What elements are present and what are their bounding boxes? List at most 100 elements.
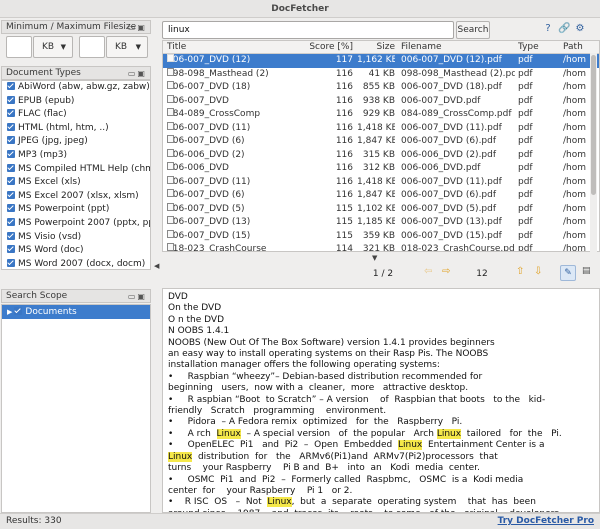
checkbox-icon[interactable] (7, 82, 15, 90)
link-icon[interactable]: 🔗 (558, 23, 570, 35)
doc-type-item[interactable]: MS Word 2007 (docx, docm) (2, 258, 150, 269)
min-filesize-input[interactable] (6, 36, 32, 58)
checkbox-icon[interactable] (7, 163, 15, 172)
cell-score: 117 (335, 55, 353, 65)
checkbox-icon[interactable] (7, 245, 15, 254)
cell-type: pdf (518, 176, 533, 187)
checkbox-icon[interactable] (7, 204, 15, 213)
cell-score: 116 (335, 176, 353, 187)
table-row[interactable]: 006-007_DVD (11) 116 1,418 KE 006-007_DVD (… (163, 175, 599, 190)
cell-title: 006-007_DVD (12) (167, 54, 307, 68)
doc-type-item[interactable]: MS Word (doc) (2, 244, 150, 258)
column-title[interactable]: Title (167, 41, 186, 53)
max-unit-select[interactable]: KB ▼ (106, 36, 148, 58)
column-score[interactable]: Score [%] (309, 41, 353, 53)
table-row[interactable]: 006-007_DVD 116 938 KB 006-007_DVD.pdf pdf/h… (163, 94, 599, 109)
table-row[interactable]: 006-007_DVD (6) 116 1,847 KE 006-007_DVD (6… (163, 189, 599, 203)
table-header: Title Score [%] Size Filename Type Path (163, 41, 599, 54)
checkbox-icon[interactable] (7, 95, 15, 104)
collapse-left-arrow-icon[interactable]: ◀ (154, 262, 159, 270)
expand-arrow-icon[interactable]: ▶ (7, 308, 12, 316)
min-unit-select[interactable]: KB ▼ (33, 36, 73, 58)
column-path[interactable]: Path (563, 41, 583, 53)
table-row[interactable]: 006-006_DVD 116 312 KB 006-006_DVD.pdf pdf/h… (163, 162, 599, 176)
search-button[interactable]: Search (456, 21, 490, 39)
checkbox-icon[interactable] (7, 217, 15, 226)
preview-text: friendly Scratch programming environment… (168, 406, 387, 417)
doc-type-item[interactable]: MS Powerpoint (ppt) (2, 203, 150, 217)
splitter-arrow-icon[interactable]: ▼ (372, 254, 377, 262)
panel-minmax-icon[interactable]: ▭▣ (128, 21, 147, 34)
doc-type-item[interactable]: JPEG (jpg, jpeg) (2, 135, 150, 149)
cell-score: 116 (335, 163, 353, 173)
doc-type-label: EPUB (epub) (18, 95, 75, 106)
doc-type-item[interactable]: MS Visio (vsd) (2, 231, 150, 245)
table-row[interactable]: 018-023_CrashCourse 114 321 KB 018-023_Cras… (163, 243, 599, 251)
table-row[interactable]: 006-007_DVD (15) 115 359 KB 006-007_DVD (15… (163, 229, 599, 244)
prev-page-icon[interactable]: ⇦ (424, 266, 432, 277)
column-type[interactable]: Type (518, 41, 539, 53)
checkbox-icon[interactable] (7, 258, 15, 267)
next-occurrence-icon[interactable]: ⇩ (534, 266, 542, 277)
preview-line: installation manager offers the followin… (168, 360, 599, 371)
checkbox-icon[interactable] (7, 231, 15, 240)
doc-type-item[interactable]: MP3 (mp3) (2, 149, 150, 163)
help-icon[interactable]: ? (542, 23, 554, 35)
doc-type-item[interactable]: AbiWord (abw, abw.gz, zabw) (2, 81, 150, 95)
filesize-header-label: Minimum / Maximum Filesize (6, 22, 137, 32)
doc-type-item[interactable]: HTML (html, htm, ..) (2, 122, 150, 136)
settings-icon[interactable]: ⚙ (574, 23, 586, 35)
checkbox-icon[interactable] (7, 122, 15, 131)
cell-score: 116 (335, 190, 353, 200)
cell-title-text: 084-089_CrossComp (167, 109, 261, 119)
doc-types-header-label: Document Types (6, 68, 81, 78)
max-filesize-input[interactable] (79, 36, 105, 58)
table-row[interactable]: 006-006_DVD (2) 116 315 KB 006-006_DVD (2).… (163, 148, 599, 163)
doc-type-item[interactable]: MS Powerpoint 2007 (pptx, pptm) (2, 217, 150, 231)
table-row[interactable]: 098-098_Masthead (2) 116 41 KB 098-098_Mast… (163, 67, 599, 82)
checkbox-icon[interactable] (7, 149, 15, 158)
cell-title-text: 006-007_DVD (12) (167, 55, 251, 65)
doc-type-item[interactable]: FLAC (flac) (2, 108, 150, 122)
next-page-icon[interactable]: ⇨ (442, 266, 450, 277)
cell-type: pdf (518, 190, 533, 200)
page-indicator: 1 / 2 (372, 269, 394, 279)
doc-type-item[interactable]: MS Excel (xls) (2, 176, 150, 190)
checkbox-icon[interactable] (7, 190, 15, 199)
table-row[interactable]: 006-007_DVD (5) 115 1,102 KE 006-007_DVD (5… (163, 202, 599, 217)
file-icon (167, 243, 174, 251)
highlight-toggle-button[interactable]: ✎ (560, 265, 576, 281)
checkbox-icon[interactable] (7, 136, 15, 145)
doc-type-item[interactable]: MS Excel 2007 (xlsx, xlsm) (2, 190, 150, 204)
column-filename[interactable]: Filename (401, 41, 442, 53)
preview-text: installation manager offers the followin… (168, 360, 440, 371)
table-row[interactable]: 006-007_DVD (12) 117 1,162 KE 006-007_DVD (… (163, 54, 599, 68)
table-row[interactable]: 006-007_DVD (18) 116 855 KB 006-007_DVD (18… (163, 81, 599, 95)
cell-type: pdf (518, 230, 533, 241)
table-row[interactable]: 006-007_DVD (6) 116 1,847 KE 006-007_DVD (6… (163, 135, 599, 149)
checkbox-icon[interactable] (7, 177, 15, 186)
doc-type-item[interactable]: MS Compiled HTML Help (chm) (2, 163, 150, 177)
search-scope-header-label: Search Scope (6, 291, 68, 301)
max-unit-label: KB (115, 42, 128, 52)
pro-link[interactable]: Try DocFetcher Pro (498, 516, 594, 526)
panel-minmax-icon[interactable]: ▭▣ (128, 290, 147, 303)
more-options-icon[interactable]: ▤ (582, 266, 591, 276)
table-row[interactable]: 006-007_DVD (11) 116 1,418 KE 006-007_DVD (… (163, 121, 599, 136)
table-scrollbar[interactable] (590, 53, 597, 252)
panel-minmax-icon[interactable]: ▭▣ (128, 67, 147, 80)
prev-occurrence-icon[interactable]: ⇧ (516, 266, 524, 277)
scrollbar-thumb[interactable] (591, 55, 596, 195)
file-icon (167, 162, 174, 170)
scope-item-documents[interactable]: ▶ Documents (2, 305, 150, 319)
doc-type-item[interactable]: EPUB (epub) (2, 95, 150, 109)
doc-type-label: AbiWord (abw, abw.gz, zabw) (18, 82, 150, 92)
table-row[interactable]: 084-089_CrossComp 116 929 KB 084-089_CrossC… (163, 108, 599, 122)
checkbox-icon[interactable] (7, 109, 15, 118)
column-size[interactable]: Size (363, 41, 395, 53)
table-row[interactable]: 006-007_DVD (13) 115 1,185 KE 006-007_DVD (… (163, 216, 599, 230)
doc-types-list: AbiWord (abw, abw.gz, zabw) EPUB (epub) FL… (1, 80, 151, 270)
file-icon (167, 216, 174, 224)
search-input[interactable]: linux (162, 21, 454, 39)
checkbox-icon[interactable] (14, 307, 23, 315)
